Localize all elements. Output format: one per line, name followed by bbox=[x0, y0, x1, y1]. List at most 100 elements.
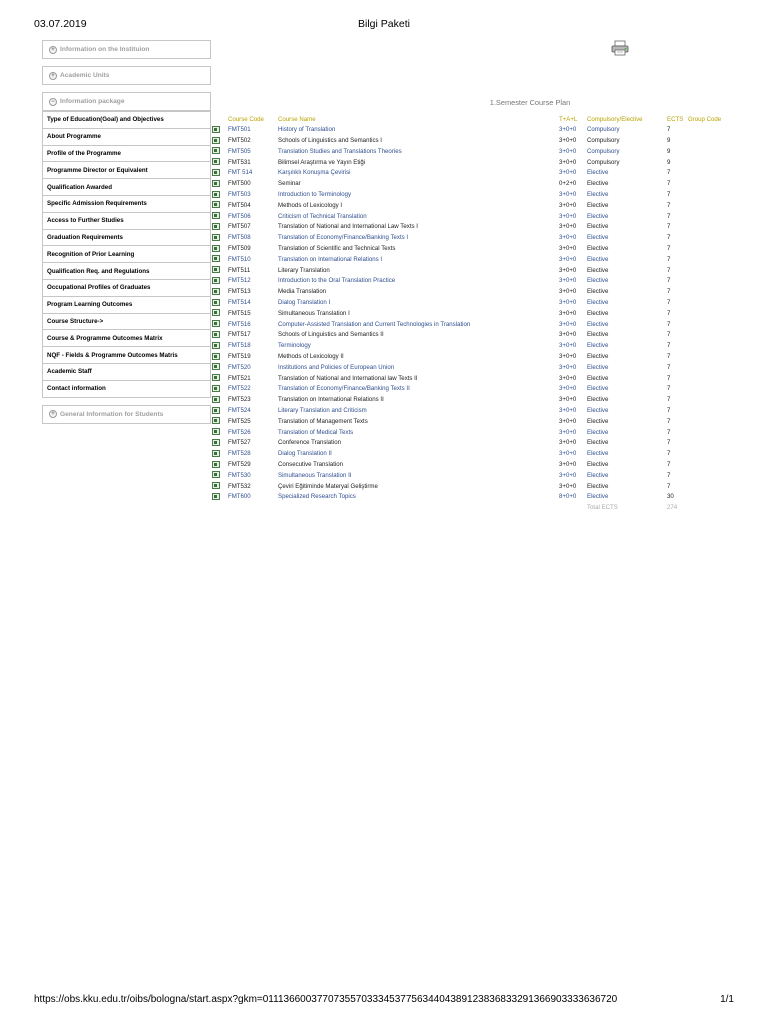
course-name: Schools of Linguistics and Semantics I bbox=[278, 137, 382, 145]
course-code[interactable]: FMT530 bbox=[228, 470, 278, 481]
course-code[interactable]: FMT506 bbox=[228, 211, 278, 222]
course-ects: 7 bbox=[667, 288, 671, 296]
section-general-info[interactable]: + General Information for Students bbox=[42, 404, 211, 424]
header-ects: ECTS bbox=[667, 116, 684, 123]
course-detail-icon[interactable] bbox=[212, 492, 220, 500]
menu-item[interactable]: NQF - Fields & Programme Outcomes Matris bbox=[43, 346, 210, 363]
course-detail-icon[interactable] bbox=[212, 158, 220, 166]
course-tal: 3+0+0 bbox=[559, 385, 577, 393]
course-detail-icon[interactable] bbox=[212, 449, 220, 457]
course-name[interactable]: Translation of Medical Texts bbox=[278, 427, 559, 438]
course-detail-icon[interactable] bbox=[212, 190, 220, 198]
course-detail-icon[interactable] bbox=[212, 212, 220, 220]
course-detail-icon[interactable] bbox=[212, 460, 220, 468]
course-detail-icon[interactable] bbox=[212, 309, 220, 317]
menu-item[interactable]: Qualification Awarded bbox=[43, 178, 210, 195]
course-detail-icon[interactable] bbox=[212, 374, 220, 382]
course-detail-icon[interactable] bbox=[212, 287, 220, 295]
course-code[interactable]: FMT526 bbox=[228, 427, 278, 438]
course-code[interactable]: FMT 514 bbox=[228, 168, 278, 179]
course-name[interactable]: Terminology bbox=[278, 341, 559, 352]
course-detail-icon[interactable] bbox=[212, 266, 220, 274]
course-name[interactable]: Specialized Research Topics bbox=[278, 492, 559, 503]
course-name[interactable]: Computer-Assisted Translation and Curren… bbox=[278, 319, 559, 330]
course-detail-icon[interactable] bbox=[212, 201, 220, 209]
menu-item[interactable]: Access to Further Studies bbox=[43, 211, 210, 229]
menu-item[interactable]: Course & Programme Outcomes Matrix bbox=[43, 329, 210, 346]
section-institution[interactable]: + Information on the Instituion bbox=[42, 40, 211, 59]
course-name[interactable]: Criticism of Technical Translation bbox=[278, 211, 559, 222]
course-code[interactable]: FMT503 bbox=[228, 190, 278, 201]
menu-item[interactable]: Type of Education(Goal) and Objectives bbox=[43, 111, 210, 128]
course-detail-icon[interactable] bbox=[212, 395, 220, 403]
course-detail-icon[interactable] bbox=[212, 136, 220, 144]
total-spacer bbox=[212, 503, 228, 513]
course-code[interactable]: FMT524 bbox=[228, 406, 278, 417]
course-name[interactable]: Karşılıklı Konuşma Çevirisi bbox=[278, 168, 559, 179]
course-name[interactable]: Dialog Translation I bbox=[278, 298, 559, 309]
course-detail-icon[interactable] bbox=[212, 352, 220, 360]
course-detail-icon[interactable] bbox=[212, 330, 220, 338]
course-detail-icon[interactable] bbox=[212, 168, 220, 176]
course-name[interactable]: Literary Translation and Criticism bbox=[278, 406, 559, 417]
course-detail-icon[interactable] bbox=[212, 417, 220, 425]
menu-item[interactable]: Specific Admission Requirements bbox=[43, 194, 210, 212]
course-name[interactable]: Translation Studies and Translations The… bbox=[278, 146, 559, 157]
menu-item[interactable]: About Programme bbox=[43, 127, 210, 145]
course-detail-icon[interactable] bbox=[212, 244, 220, 252]
course-code[interactable]: FMT528 bbox=[228, 449, 278, 460]
course-name[interactable]: Translation of Economy/Finance/Banking T… bbox=[278, 233, 559, 244]
course-detail-icon[interactable] bbox=[212, 222, 220, 230]
course-name[interactable]: Translation on International Relations I bbox=[278, 254, 559, 265]
course-detail-icon[interactable] bbox=[212, 341, 220, 349]
section-information-package[interactable]: − Information package bbox=[42, 92, 211, 111]
course-code[interactable]: FMT508 bbox=[228, 233, 278, 244]
course-detail-icon[interactable] bbox=[212, 125, 220, 133]
menu-item[interactable]: Program Learning Outcomes bbox=[43, 295, 210, 313]
menu-item[interactable]: Academic Staff bbox=[43, 362, 210, 380]
printer-icon[interactable] bbox=[611, 40, 629, 56]
course-code[interactable]: FMT514 bbox=[228, 298, 278, 309]
course-detail-icon[interactable] bbox=[212, 363, 220, 371]
menu-item[interactable]: Contact information bbox=[43, 379, 210, 397]
course-detail-icon[interactable] bbox=[212, 471, 220, 479]
course-name[interactable]: Introduction to the Oral Translation Pra… bbox=[278, 276, 559, 287]
course-code[interactable]: FMT600 bbox=[228, 492, 278, 503]
course-code[interactable]: FMT520 bbox=[228, 362, 278, 373]
course-detail-icon[interactable] bbox=[212, 255, 220, 263]
section-academic-units[interactable]: + Academic Units bbox=[42, 66, 211, 85]
course-detail-icon[interactable] bbox=[212, 147, 220, 155]
course-detail-icon[interactable] bbox=[212, 179, 220, 187]
course-code[interactable]: FMT501 bbox=[228, 125, 278, 136]
course-row: FMT502 Schools of Linguistics and Semanti… bbox=[212, 136, 732, 147]
menu-item[interactable]: Recognition of Prior Learning bbox=[43, 245, 210, 262]
course-name[interactable]: Simultaneous Translation II bbox=[278, 470, 559, 481]
course-name[interactable]: Translation of Economy/Finance/Banking T… bbox=[278, 384, 559, 395]
course-code[interactable]: FMT505 bbox=[228, 146, 278, 157]
course-code[interactable]: FMT518 bbox=[228, 341, 278, 352]
menu-item[interactable]: Qualification Req. and Regulations bbox=[43, 262, 210, 279]
course-detail-icon[interactable] bbox=[212, 428, 220, 436]
course-detail-icon[interactable] bbox=[212, 298, 220, 306]
course-code[interactable]: FMT522 bbox=[228, 384, 278, 395]
menu-item[interactable]: Graduation Requirements bbox=[43, 228, 210, 246]
menu-item[interactable]: Programme Director or Equivalent bbox=[43, 161, 210, 178]
course-name[interactable]: Introduction to Terminology bbox=[278, 190, 559, 201]
course-detail-icon[interactable] bbox=[212, 406, 220, 414]
course-detail-icon[interactable] bbox=[212, 320, 220, 328]
header-icon-cell bbox=[212, 115, 228, 125]
course-detail-icon[interactable] bbox=[212, 276, 220, 284]
course-detail-icon[interactable] bbox=[212, 482, 220, 490]
course-detail-icon[interactable] bbox=[212, 438, 220, 446]
course-name[interactable]: Institutions and Policies of European Un… bbox=[278, 362, 559, 373]
course-code[interactable]: FMT516 bbox=[228, 319, 278, 330]
course-code[interactable]: FMT512 bbox=[228, 276, 278, 287]
course-name[interactable]: History of Translation bbox=[278, 125, 559, 136]
course-code[interactable]: FMT510 bbox=[228, 254, 278, 265]
menu-item[interactable]: Profile of the Programme bbox=[43, 144, 210, 162]
course-detail-icon[interactable] bbox=[212, 233, 220, 241]
menu-item[interactable]: Course Structure-> bbox=[43, 312, 210, 330]
course-detail-icon[interactable] bbox=[212, 384, 220, 392]
menu-item[interactable]: Occupational Profiles of Graduates bbox=[43, 278, 210, 296]
course-name[interactable]: Dialog Translation II bbox=[278, 449, 559, 460]
